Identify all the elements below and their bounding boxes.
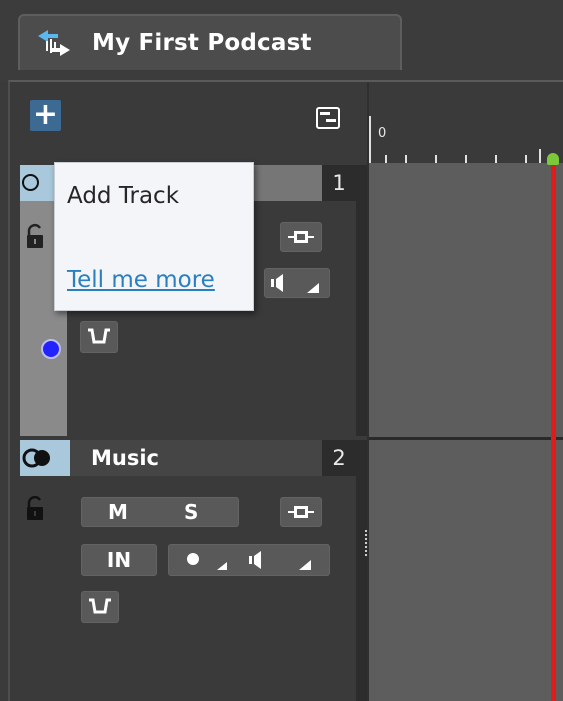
column-resize-grip[interactable] — [365, 530, 367, 556]
track-1-resize-strip[interactable] — [356, 165, 367, 436]
collapse-tracks-icon[interactable] — [316, 107, 340, 129]
project-tab-bar: My First Podcast — [0, 0, 563, 82]
playhead-handle[interactable] — [547, 153, 559, 165]
track-1-fx-button[interactable] — [280, 222, 322, 252]
ruler-scale: 0 — [369, 116, 563, 163]
ruler-tick — [539, 149, 541, 163]
app-window: My First Podcast + 0 1 Music 2 M S IN Ad… — [0, 0, 563, 701]
timeline-ruler[interactable]: 0 — [369, 82, 563, 163]
track-2-number: 2 — [322, 440, 356, 476]
ruler-start-label: 0 — [378, 126, 387, 141]
project-title: My First Podcast — [92, 30, 312, 56]
timeline-canvas[interactable] — [369, 153, 563, 701]
playhead[interactable] — [551, 157, 556, 701]
podcast-project-icon — [34, 26, 74, 60]
track-2-header: Music 2 M S IN — [10, 438, 367, 701]
tell-me-more-link[interactable]: Tell me more — [67, 267, 215, 293]
project-tab[interactable]: My First Podcast — [18, 14, 402, 70]
track-2-fx-button[interactable] — [280, 497, 322, 527]
track-2-name: Music — [91, 446, 159, 470]
track-2-solo-button[interactable]: S — [184, 498, 198, 526]
add-track-button[interactable]: + — [30, 100, 61, 131]
track-2-side-strip — [20, 438, 67, 701]
ruler-tick — [385, 155, 387, 163]
track-1-lock-icon[interactable] — [24, 223, 46, 249]
ruler-tick — [465, 155, 467, 163]
add-track-tooltip: Add Track Tell me more — [54, 162, 254, 311]
tooltip-title: Add Track — [67, 183, 180, 209]
track-2-lock-icon[interactable] — [24, 495, 46, 521]
track-1-record-mode-icon[interactable] — [22, 174, 39, 191]
track-2-automation-button[interactable] — [81, 591, 119, 623]
ruler-tick — [525, 155, 527, 163]
track-1-output-volume-control[interactable] — [264, 268, 330, 298]
track-1-color-dot[interactable] — [41, 339, 61, 359]
track-divider — [369, 437, 563, 440]
ruler-tick — [495, 155, 497, 163]
track-1-automation-button[interactable] — [80, 321, 118, 353]
ruler-tick — [435, 155, 437, 163]
track-2-mute-solo-group: M S — [81, 497, 239, 527]
ruler-tick — [405, 155, 407, 163]
track-2-input-button[interactable]: IN — [81, 544, 157, 576]
track-1-number: 1 — [322, 165, 356, 201]
track-2-resize-strip[interactable] — [356, 440, 367, 701]
track-2-mute-button[interactable]: M — [108, 498, 128, 526]
track-2-input-output-levels[interactable] — [168, 544, 330, 576]
track-2-record-mode-icon[interactable] — [22, 448, 56, 468]
